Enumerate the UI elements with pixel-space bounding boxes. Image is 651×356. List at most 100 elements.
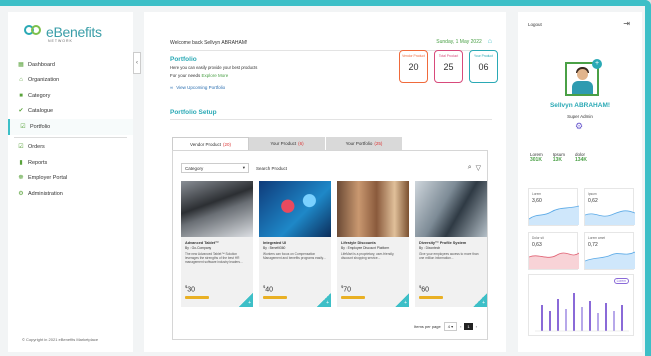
sidebar-item-label: Employer Portal <box>28 175 68 182</box>
add-product-button[interactable]: + <box>395 293 409 307</box>
chart-filter-tag[interactable]: Lorem <box>613 278 629 284</box>
mini-chart: Ipsum 0,62 <box>584 188 635 226</box>
stats-row: Lorem 301K Ipsum 13K dolor 134K <box>530 152 587 163</box>
sidebar-item-employer-portal[interactable]: ☸ Employer Portal <box>8 171 133 187</box>
home-icon[interactable]: ⌂ <box>488 38 492 45</box>
portfolio-title: Portfolio <box>170 56 197 63</box>
sidebar-item-catalogue[interactable]: ✔ Catalogue <box>8 104 133 120</box>
chart-bar <box>565 309 567 331</box>
avatar[interactable]: + <box>565 59 602 96</box>
user-name: Sellvyn ABRAHAM! <box>549 102 611 109</box>
sidebar-item-category[interactable]: ■ Category <box>8 88 133 104</box>
chart-bar <box>621 305 623 331</box>
portfolio-description: Here you can easily provide your best pr… <box>170 65 258 70</box>
mini-label: Ipsum <box>588 192 597 196</box>
chevron-left-icon: ‹ <box>136 60 138 66</box>
tab-count: (6) <box>298 141 304 146</box>
bar-chart <box>535 293 629 332</box>
tab-your-product[interactable]: Your Product (6) <box>249 137 326 150</box>
logout-link[interactable]: Logout <box>528 22 542 27</box>
prev-page-icon[interactable]: ‹ <box>460 324 461 329</box>
items-per-page-select[interactable]: 4 ▾ <box>443 322 458 331</box>
sidebar-collapse-button[interactable]: ‹ <box>133 52 141 74</box>
category-select[interactable]: Category ▾ <box>181 163 249 173</box>
portfolio-setup-title: Portfolio Setup <box>170 109 217 116</box>
sidebar-item-portfolio[interactable]: ☑ Portfolio <box>8 119 133 135</box>
plus-icon: + <box>404 300 407 306</box>
add-product-button[interactable]: + <box>317 293 331 307</box>
product-card[interactable]: Diversity™ Profile System By : Dixontech… <box>415 181 487 307</box>
current-page[interactable]: 1 <box>464 323 473 330</box>
product-vendor: By : Benefit360 <box>263 246 286 250</box>
product-price: $70 <box>341 283 352 293</box>
divider <box>170 119 492 120</box>
next-page-icon[interactable]: › <box>476 324 477 329</box>
card-label: Total Product <box>438 54 459 58</box>
product-price: $60 <box>419 283 430 293</box>
mini-charts: Lorem 3,60 Ipsum 0,62 Dolor sit 0,63 Lorem … <box>528 188 635 270</box>
logout-icon[interactable]: ⇥ <box>623 19 630 28</box>
filter-bar: Category ▾ Search Product ⌕ ▽ <box>181 162 481 174</box>
tab-count: (20) <box>223 141 232 147</box>
sidebar-item-orders[interactable]: ☑ Orders <box>8 140 133 156</box>
product-description: Workers can focus on Compensation Manage… <box>263 252 326 260</box>
sidebar-item-administration[interactable]: ⚙ Administration <box>8 186 133 202</box>
tab-label: Vendor Product <box>189 141 221 147</box>
tab-vendor-product[interactable]: Vendor Product (20) <box>172 137 249 150</box>
product-panel: Category ▾ Search Product ⌕ ▽ Advanced Tab… <box>172 150 488 340</box>
settings-gear-icon[interactable]: ⚙ <box>575 121 583 132</box>
search-input[interactable]: Search Product <box>249 163 468 173</box>
needs-prefix: For your needs <box>170 73 201 78</box>
filter-icons: ⌕ ▽ <box>468 164 481 172</box>
current-date: Sunday, 1 May 2022 <box>436 38 482 45</box>
total-product-card[interactable]: Total Product 25 <box>434 50 463 83</box>
sparkline <box>529 252 579 269</box>
portfolio-needs: For your needs Explore More <box>170 73 228 78</box>
sidebar-item-organization[interactable]: ⌂ Organization <box>8 73 133 89</box>
add-product-button[interactable]: + <box>473 293 487 307</box>
link-icon: ∞ <box>170 85 174 90</box>
product-card[interactable]: Advanced Tablet™ By : Go-Company The new… <box>181 181 253 307</box>
sparkline <box>585 210 635 225</box>
user-role: Super Admin <box>567 114 593 119</box>
category-icon: ■ <box>19 92 23 99</box>
product-card[interactable]: Lifestyle Discounts By : Employee Discou… <box>337 181 409 307</box>
your-product-card[interactable]: Your Product 06 <box>469 50 498 83</box>
product-image <box>181 181 253 237</box>
price-value: 40 <box>265 286 274 293</box>
sidebar-item-label: Category <box>28 92 51 99</box>
tab-label: Your Portfolio <box>345 141 373 146</box>
tab-label: Your Product <box>270 141 297 146</box>
mini-label: Lorem <box>532 192 542 196</box>
add-product-button[interactable]: + <box>239 293 253 307</box>
product-vendor: By : Go-Company <box>185 246 212 250</box>
view-upcoming-portfolio-link[interactable]: ∞ View Upcoming Portfolio <box>170 85 225 90</box>
vendor-product-card[interactable]: Vendor Product 20 <box>399 50 428 83</box>
explore-more-link[interactable]: Explore More <box>202 73 229 78</box>
add-photo-icon[interactable]: + <box>592 59 602 69</box>
product-card[interactable]: Integrated UI By : Benefit360 Workers ca… <box>259 181 331 307</box>
bar-chart-card: Lorem <box>528 274 634 336</box>
chart-bar <box>549 311 551 331</box>
filter-icon[interactable]: ▽ <box>476 164 481 172</box>
product-image <box>415 181 487 237</box>
search-icon[interactable]: ⌕ <box>468 164 472 172</box>
card-label: Your Product <box>474 54 493 58</box>
stat-value: 134K <box>575 157 587 163</box>
sidebar-item-label: Dashboard <box>28 61 55 68</box>
sidebar-nav: ▦ Dashboard ⌂ Organization ■ Category ✔ Cata… <box>8 57 133 202</box>
avatar-body <box>572 81 593 94</box>
sidebar-item-reports[interactable]: ▮ Reports <box>8 155 133 171</box>
product-title: Advanced Tablet™ <box>185 241 219 245</box>
organization-icon: ⌂ <box>19 77 23 84</box>
brand-logo[interactable]: eBenefits NETWORK <box>24 24 102 43</box>
sidebar-item-label: Organization <box>28 77 60 84</box>
sidebar-item-dashboard[interactable]: ▦ Dashboard <box>8 57 133 73</box>
nav-divider <box>14 136 127 138</box>
view-link-label: View Upcoming Portfolio <box>176 85 226 90</box>
tab-your-portfolio[interactable]: Your Portfolio (25) <box>326 137 403 150</box>
product-price: $40 <box>263 283 274 293</box>
product-description: Give your employees access to more than … <box>419 252 479 260</box>
sparkline <box>529 205 579 225</box>
chart-bar <box>605 303 607 331</box>
